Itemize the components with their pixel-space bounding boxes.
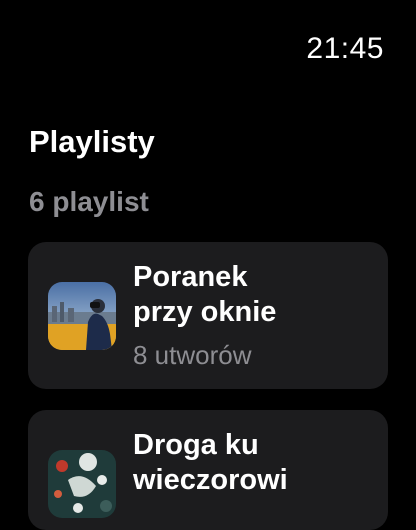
playlist-card[interactable]: Droga ku wieczorowi (28, 410, 388, 530)
playlist-track-count: 8 utworów (133, 340, 252, 370)
playlist-count: 6 playlist (29, 186, 149, 217)
page-title: Playlisty (29, 124, 155, 159)
status-time: 21:45 (306, 32, 384, 65)
playlist-artwork (48, 450, 116, 518)
playlist-title: Poranek przy oknie (133, 261, 277, 328)
playlist-title: Droga ku wieczorowi (133, 429, 288, 496)
playlist-card[interactable]: Poranek przy oknie 8 utworów (28, 242, 388, 389)
playlist-artwork (48, 282, 116, 350)
